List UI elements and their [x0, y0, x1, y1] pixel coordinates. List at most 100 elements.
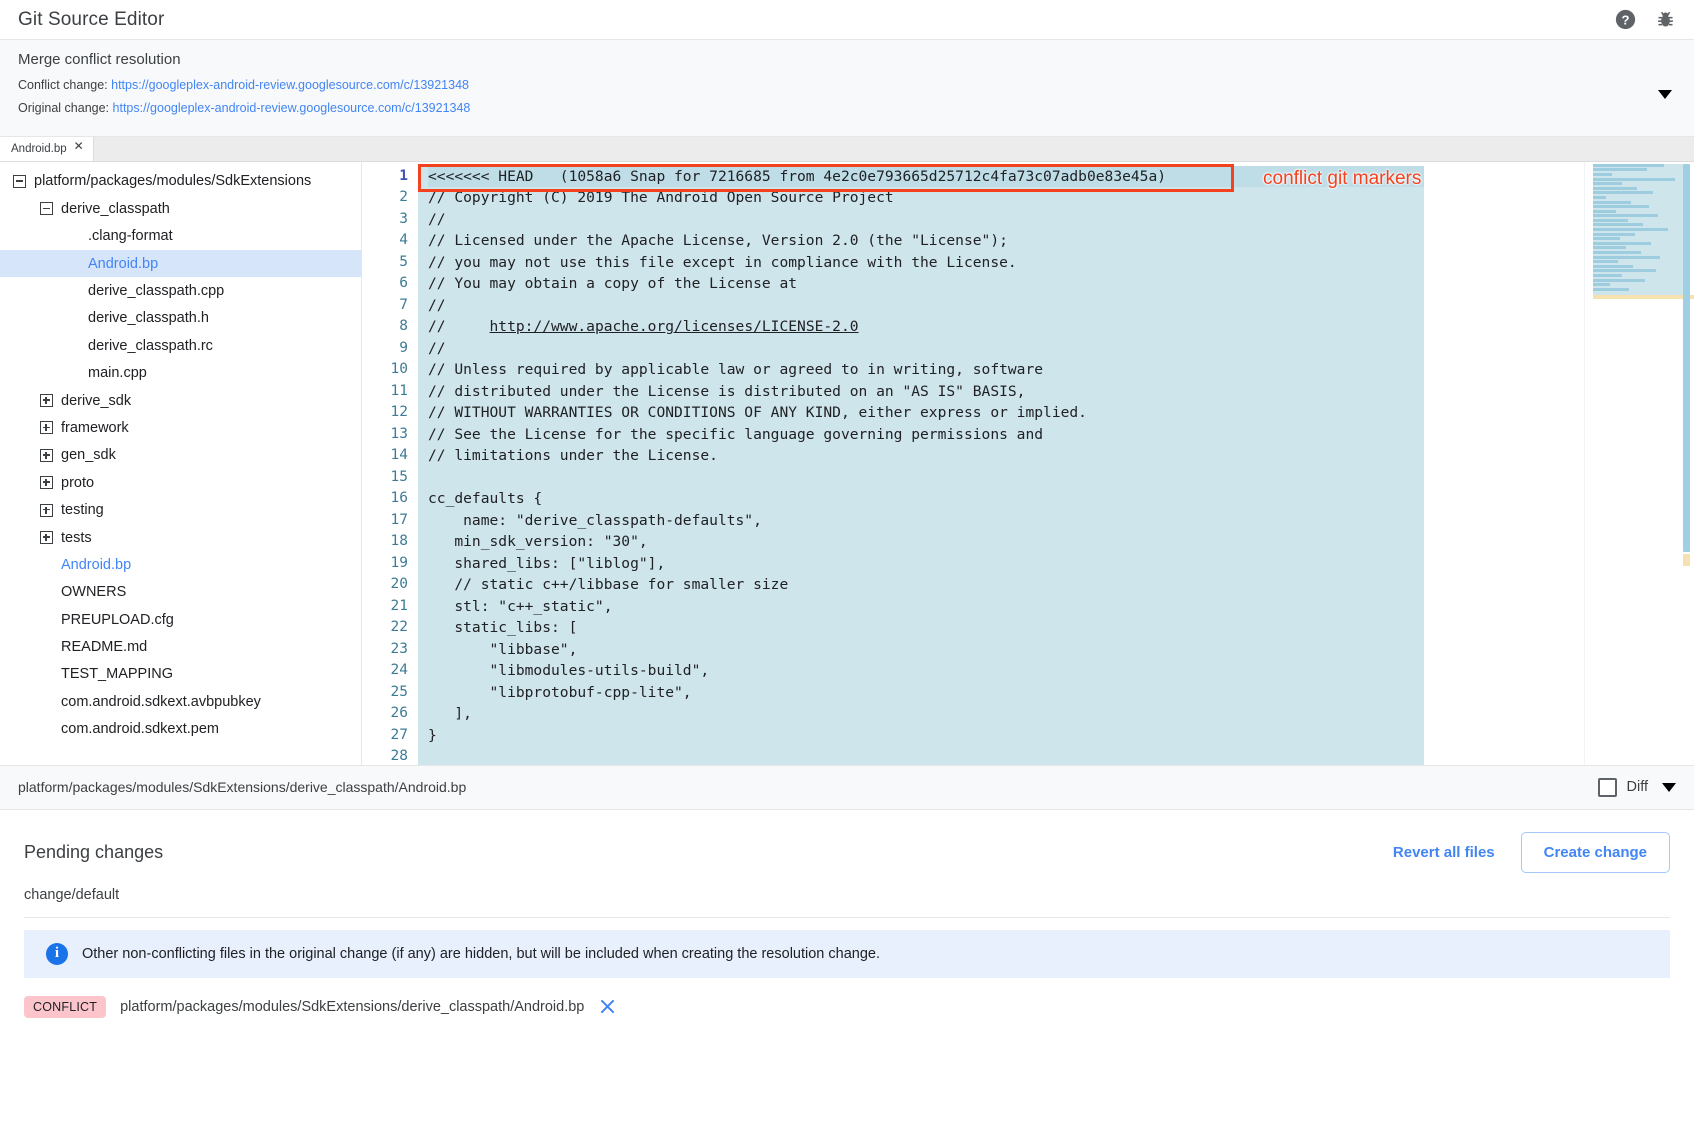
code-line[interactable]: // Licensed under the Apache License, Ve…	[428, 230, 1424, 252]
expand-icon[interactable]	[40, 394, 53, 407]
conflict-change-row: Conflict change: https://googleplex-andr…	[18, 77, 1676, 94]
original-change-label: Original change:	[18, 101, 109, 115]
license-url-link[interactable]: http://www.apache.org/licenses/LICENSE-2…	[490, 318, 859, 335]
tree-file[interactable]: OWNERS	[0, 579, 361, 606]
tree-folder[interactable]: proto	[0, 469, 361, 496]
tree-file[interactable]: com.android.sdkext.avbpubkey	[0, 688, 361, 715]
close-x-icon[interactable]	[598, 997, 617, 1016]
tab-android-bp[interactable]: Android.bp ✕	[0, 137, 94, 161]
code-line[interactable]: // Copyright (C) 2019 The Android Open S…	[428, 187, 1424, 209]
editor-scrollbar-thumb[interactable]	[1683, 164, 1690, 552]
minimap-line	[1593, 214, 1658, 217]
tree-file[interactable]: Android.bp	[0, 250, 361, 277]
expand-icon[interactable]	[40, 504, 53, 517]
tree-folder[interactable]: testing	[0, 496, 361, 523]
code-line[interactable]: // distributed under the License is dist…	[428, 381, 1424, 403]
code-line[interactable]: shared_libs: ["liblog"],	[428, 553, 1424, 575]
code-line[interactable]: stl: "c++_static",	[428, 596, 1424, 618]
line-number: 2	[362, 187, 418, 209]
tree-file[interactable]: PREUPLOAD.cfg	[0, 606, 361, 633]
code-lines[interactable]: <<<<<<< HEAD (1058a6 Snap for 7216685 fr…	[418, 166, 1424, 765]
code-line[interactable]: // http://www.apache.org/licenses/LICENS…	[428, 316, 1424, 338]
tree-file[interactable]: README.md	[0, 633, 361, 660]
original-change-link[interactable]: https://googleplex-android-review.google…	[113, 101, 471, 115]
code-line[interactable]: // limitations under the License.	[428, 445, 1424, 467]
tree-item-label: platform/packages/modules/SdkExtensions	[34, 173, 311, 189]
tree-folder[interactable]: framework	[0, 414, 361, 441]
conflict-change-link[interactable]: https://googleplex-android-review.google…	[111, 78, 469, 92]
tree-item-label: com.android.sdkext.avbpubkey	[61, 694, 261, 710]
bug-icon[interactable]	[1654, 9, 1676, 31]
tree-file[interactable]: derive_classpath.h	[0, 305, 361, 332]
code-line[interactable]: // Unless required by applicable law or …	[428, 359, 1424, 381]
tree-file[interactable]: Android.bp	[0, 551, 361, 578]
diff-checkbox[interactable]	[1598, 778, 1617, 797]
code-line[interactable]: "libbase",	[428, 639, 1424, 661]
caret-down-icon[interactable]	[1662, 783, 1676, 792]
code-line[interactable]	[428, 746, 1424, 765]
line-number: 14	[362, 445, 418, 467]
tree-item-label: README.md	[61, 639, 147, 655]
minimap-line	[1593, 210, 1616, 213]
tree-file[interactable]: derive_classpath.rc	[0, 332, 361, 359]
code-line[interactable]: // You may obtain a copy of the License …	[428, 273, 1424, 295]
code-line[interactable]: cc_defaults {	[428, 488, 1424, 510]
tab-strip: Android.bp ✕	[0, 137, 1694, 162]
code-line[interactable]: <<<<<<< HEAD (1058a6 Snap for 7216685 fr…	[428, 166, 1424, 188]
tree-file[interactable]: TEST_MAPPING	[0, 661, 361, 688]
help-circle-icon[interactable]: ?	[1614, 9, 1636, 31]
tree-file[interactable]: .clang-format	[0, 223, 361, 250]
expand-icon[interactable]	[40, 449, 53, 462]
tree-item-label: Android.bp	[61, 557, 131, 573]
minimap-line	[1593, 205, 1649, 208]
minimap-line	[1593, 237, 1620, 240]
code-line[interactable]: // you may not use this file except in c…	[428, 252, 1424, 274]
code-line[interactable]: ],	[428, 703, 1424, 725]
code-line[interactable]	[428, 467, 1424, 489]
code-line[interactable]: // See the License for the specific lang…	[428, 424, 1424, 446]
expand-icon[interactable]	[40, 421, 53, 434]
minimap-line	[1593, 274, 1622, 277]
editor-scrollbar-marker	[1683, 554, 1690, 566]
tree-folder[interactable]: platform/packages/modules/SdkExtensions	[0, 168, 361, 195]
tree-folder[interactable]: derive_sdk	[0, 387, 361, 414]
minimap-line	[1593, 219, 1628, 222]
tree-folder[interactable]: derive_classpath	[0, 195, 361, 222]
code-line[interactable]: //	[428, 295, 1424, 317]
minimap-line	[1593, 242, 1651, 245]
expand-icon[interactable]	[40, 476, 53, 489]
tree-file[interactable]: com.android.sdkext.pem	[0, 716, 361, 743]
minimap-line	[1593, 182, 1622, 185]
line-number: 28	[362, 746, 418, 765]
code-line[interactable]: }	[428, 725, 1424, 747]
code-line[interactable]: name: "derive_classpath-defaults",	[428, 510, 1424, 532]
collapse-icon[interactable]	[13, 175, 26, 188]
tree-folder[interactable]: gen_sdk	[0, 442, 361, 469]
tree-file[interactable]: main.cpp	[0, 359, 361, 386]
collapse-icon[interactable]	[40, 202, 53, 215]
page-title: Git Source Editor	[18, 9, 164, 31]
tree-file[interactable]: derive_classpath.cpp	[0, 277, 361, 304]
code-line[interactable]: //	[428, 209, 1424, 231]
create-change-button[interactable]: Create change	[1521, 832, 1670, 873]
info-banner: i Other non-conflicting files in the ori…	[24, 930, 1670, 978]
code-line[interactable]: // WITHOUT WARRANTIES OR CONDITIONS OF A…	[428, 402, 1424, 424]
tree-folder[interactable]: tests	[0, 524, 361, 551]
code-line[interactable]: // static c++/libbase for smaller size	[428, 574, 1424, 596]
code-scroll-area[interactable]: <<<<<<< HEAD (1058a6 Snap for 7216685 fr…	[418, 162, 1584, 765]
code-line[interactable]: //	[428, 338, 1424, 360]
close-icon[interactable]: ✕	[74, 140, 84, 152]
code-line[interactable]: "libmodules-utils-build",	[428, 660, 1424, 682]
line-number: 11	[362, 381, 418, 403]
code-line[interactable]: "libprotobuf-cpp-lite",	[428, 682, 1424, 704]
line-number: 27	[362, 725, 418, 747]
minimap-line	[1593, 191, 1653, 194]
line-number: 7	[362, 295, 418, 317]
code-line[interactable]: static_libs: [	[428, 617, 1424, 639]
code-line[interactable]: min_sdk_version: "30",	[428, 531, 1424, 553]
chevron-down-icon[interactable]	[1658, 90, 1672, 99]
expand-icon[interactable]	[40, 531, 53, 544]
code-editor[interactable]: 1234567891011121314151617181920212223242…	[362, 162, 1694, 765]
revert-all-files-button[interactable]: Revert all files	[1379, 836, 1509, 869]
code-minimap[interactable]	[1584, 162, 1694, 765]
